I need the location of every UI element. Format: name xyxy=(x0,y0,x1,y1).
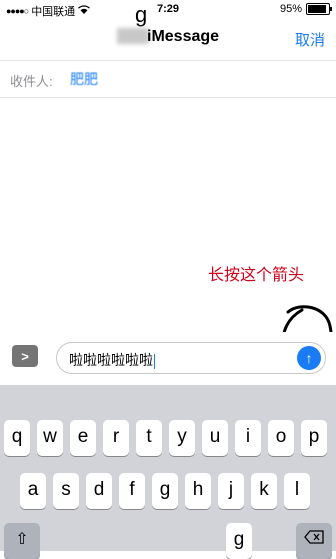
key-g[interactable]: g xyxy=(152,473,178,509)
status-right: 95% xyxy=(279,3,332,15)
arrow-up-icon: ↑ xyxy=(305,350,313,366)
battery-percent: 95% xyxy=(279,3,302,15)
text-caret xyxy=(154,353,155,369)
expand-apps-button[interactable]: > xyxy=(12,345,38,367)
key-o[interactable]: o xyxy=(268,420,294,456)
key-r[interactable]: r xyxy=(103,420,129,456)
key-h[interactable]: h xyxy=(185,473,211,509)
status-bar: ●●●●○ 中国联通 7:29 95% xyxy=(0,0,336,20)
key-k[interactable]: k xyxy=(251,473,277,509)
chevron-right-icon: > xyxy=(21,348,29,364)
key-a[interactable]: a xyxy=(20,473,46,509)
backspace-key[interactable] xyxy=(296,523,332,559)
key-i[interactable]: i xyxy=(235,420,261,456)
message-text: 啦啦啦啦啦啦 xyxy=(69,352,155,369)
key-p[interactable]: p xyxy=(301,420,327,456)
key-w[interactable]: w xyxy=(37,420,63,456)
key-u[interactable]: u xyxy=(202,420,228,456)
recipient-chip[interactable]: 肥肥 xyxy=(70,69,98,89)
nav-title: iMessage xyxy=(147,28,220,45)
key-y[interactable]: y xyxy=(169,420,195,456)
key-l[interactable]: l xyxy=(284,473,310,509)
key-third-row[interactable]: g xyxy=(226,523,252,559)
message-input[interactable]: 啦啦啦啦啦啦 ↑ xyxy=(56,342,326,374)
cancel-button[interactable]: 取消 xyxy=(295,29,325,50)
key-s[interactable]: s xyxy=(53,473,79,509)
key-e[interactable]: e xyxy=(70,420,96,456)
battery-icon xyxy=(306,3,332,15)
key-d[interactable]: d xyxy=(86,473,112,509)
blurred-region xyxy=(117,28,149,44)
key-t[interactable]: t xyxy=(136,420,162,456)
key-q[interactable]: q xyxy=(4,420,30,456)
recipient-label: 收件人: xyxy=(10,74,53,89)
recipient-row[interactable]: 收件人: 肥肥 xyxy=(0,60,336,98)
send-button[interactable]: ↑ xyxy=(297,346,321,370)
composer-bar: > 啦啦啦啦啦啦 ↑ xyxy=(0,332,336,382)
shift-key[interactable]: ⇧ xyxy=(4,523,40,559)
annotation-text: 长按这个箭头 xyxy=(208,265,305,284)
key-j[interactable]: j xyxy=(218,473,244,509)
backspace-icon xyxy=(304,530,324,548)
key-f[interactable]: f xyxy=(119,473,145,509)
keyboard: q w e r t y u i o p a s d f g h j k l ⇧ … xyxy=(0,385,336,559)
nav-bar: iMessage 取消 xyxy=(0,20,336,60)
